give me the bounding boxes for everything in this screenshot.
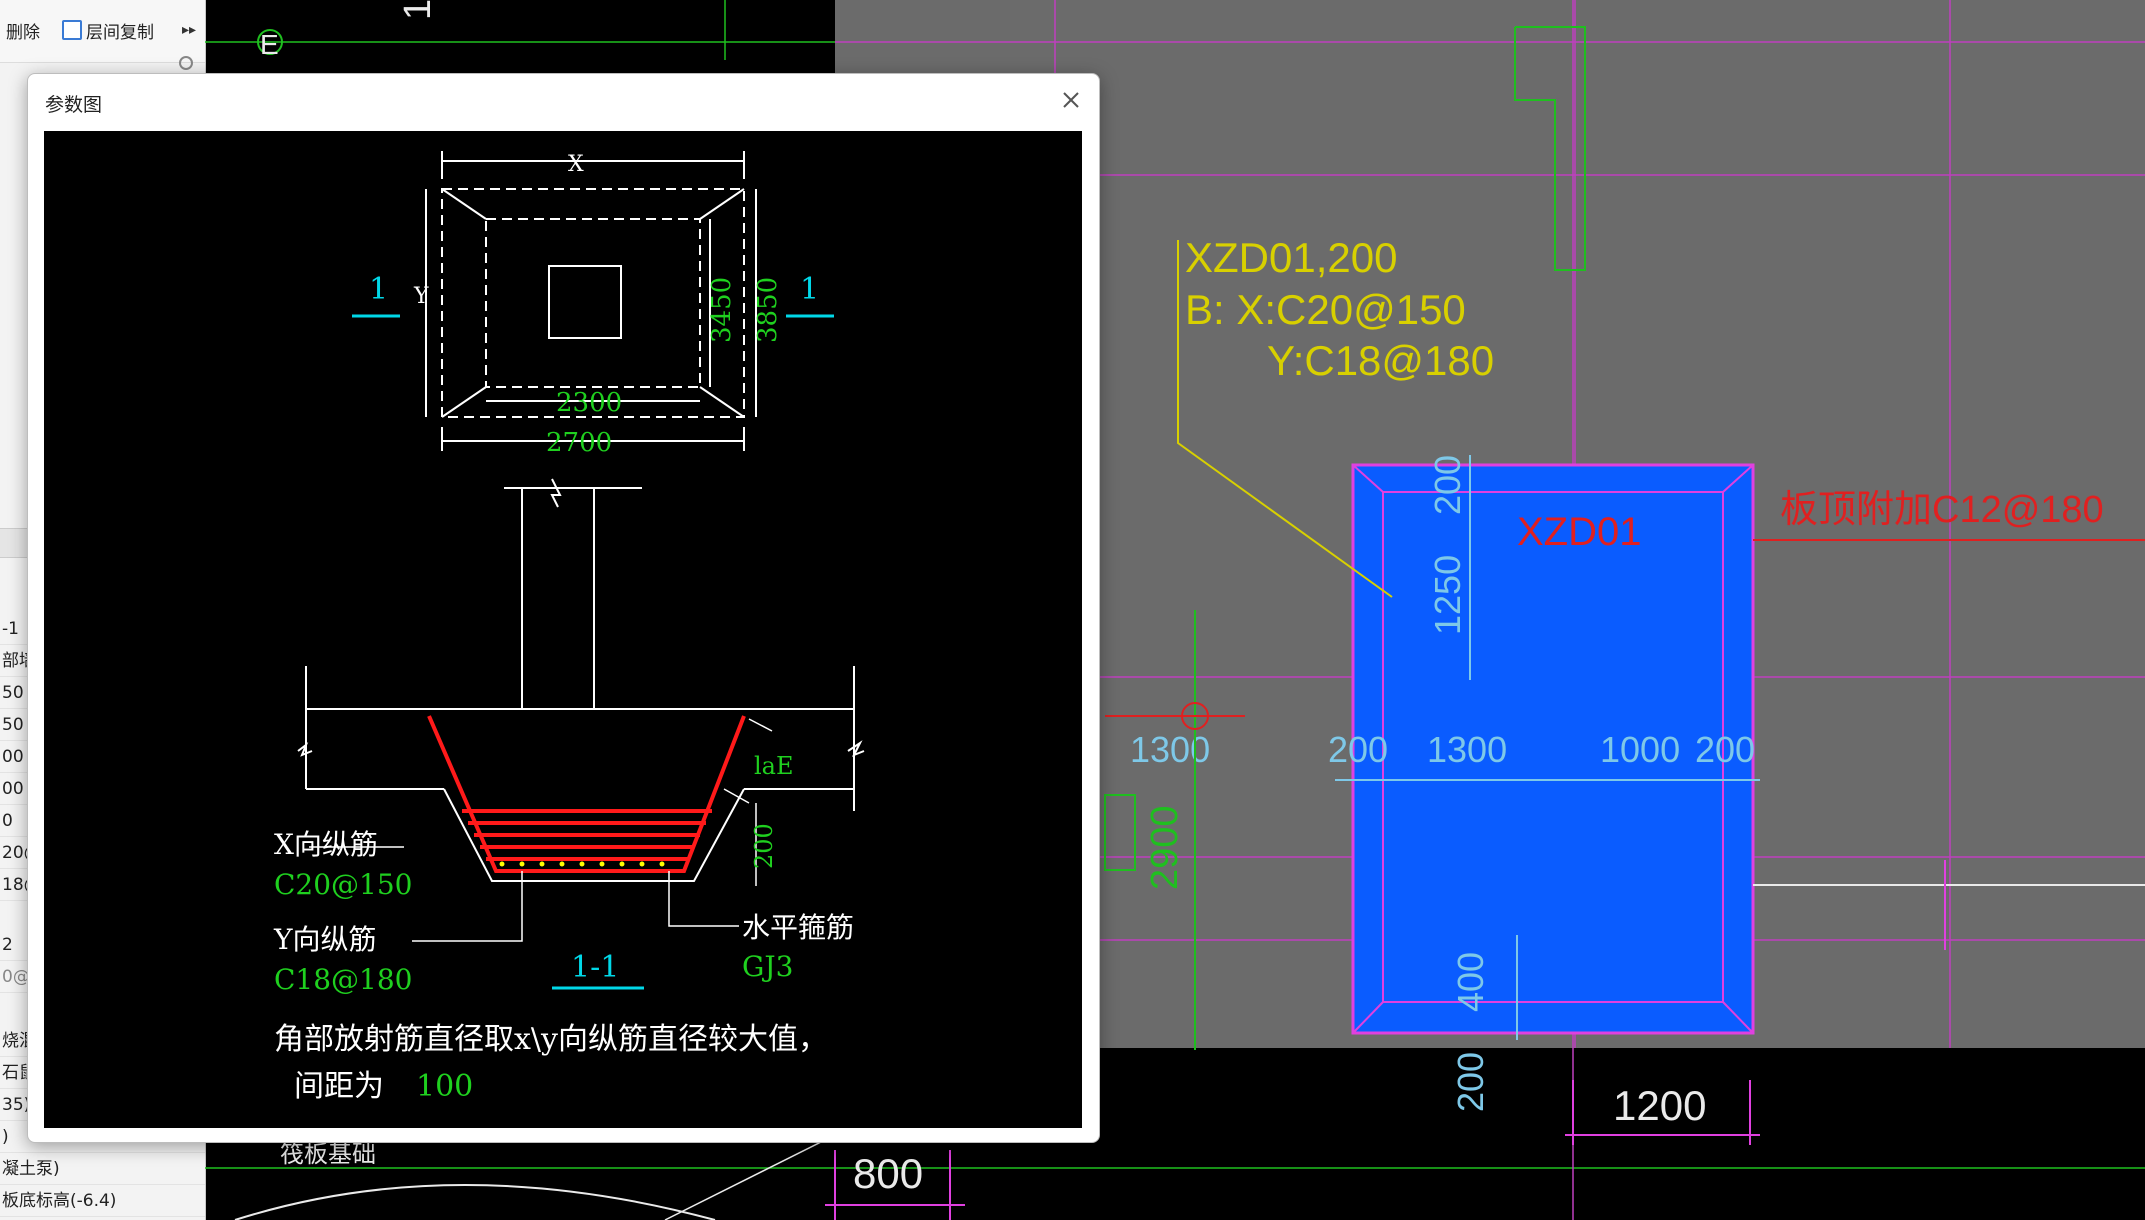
plan-x-label: X [568, 152, 584, 177]
annotation-line2: B: X:C20@150 [1185, 286, 1466, 333]
lae-label: laE [754, 752, 794, 780]
plan-y-label: Y [413, 284, 429, 309]
dim-outer-width: 2700 [546, 428, 612, 458]
annotation-line1: XZD01,200 [1185, 234, 1397, 281]
y-bar-value: C18@180 [274, 963, 413, 996]
close-icon [1063, 92, 1079, 108]
note-line1: 角部放射筋直径取x\y向纵筋直径较大值， [274, 1022, 828, 1057]
dim-200-left: 200 [1328, 729, 1388, 770]
note-line2-value: 100 [416, 1069, 473, 1104]
copy-floor-label: 层间复制 [86, 22, 154, 43]
property-row[interactable]: 板底标高(-6.4) [0, 1186, 205, 1217]
section-view [297, 478, 865, 882]
dim-200-top: 200 [1427, 455, 1468, 515]
dialog-title: 参数图 [45, 94, 103, 116]
dim-200-section: 200 [750, 823, 778, 869]
x-bar-value: C20@150 [274, 868, 413, 901]
x-bar-label: X向纵筋 [274, 828, 378, 861]
side-rebar-label: 板顶附加C12@180 [1780, 489, 2104, 531]
copy-floor-button[interactable]: 层间复制 [62, 16, 154, 44]
close-button[interactable] [1055, 84, 1087, 116]
delete-button[interactable]: 删除 [6, 16, 40, 44]
grid-label-16: 16 [397, 0, 439, 20]
dim-outer-height: 3850 [753, 277, 783, 343]
panel-toolbar: 删除 层间复制 ▸▸ [0, 0, 205, 63]
hoop-label: 水平箍筋 [742, 911, 854, 944]
hoop-value: GJ3 [742, 950, 793, 983]
dim-2900: 2900 [1144, 805, 1186, 890]
dim-200-bottom: 200 [1450, 1052, 1491, 1112]
dim-1200: 1200 [1613, 1082, 1706, 1129]
rebar-dots [499, 861, 665, 867]
dim-1250: 1250 [1427, 555, 1468, 635]
copy-icon [62, 20, 82, 40]
annotation-line3: Y:C18@180 [1267, 337, 1494, 384]
dim-800: 800 [853, 1150, 923, 1197]
dim-1000: 1000 [1600, 729, 1680, 770]
bottom-label: 筏板基础 [280, 1141, 376, 1168]
dim-400-inner: 400 [1450, 952, 1491, 1012]
section-mark-left: 1 [369, 272, 388, 307]
search-icon[interactable] [179, 56, 193, 70]
parameter-dialog[interactable]: 参数图 X Y 1 1 2300 2700 3450 3850 laE 200 … [27, 73, 1100, 1143]
section-mark-right: 1 [800, 272, 819, 307]
note-line2-prefix: 间距为 [294, 1069, 384, 1104]
dim-1300-left: 1300 [1130, 729, 1210, 770]
section-title: 1-1 [571, 950, 619, 985]
dim-inner-width: 2300 [556, 388, 622, 418]
y-bar-label: Y向纵筋 [273, 923, 377, 956]
grid-label-e: E [260, 29, 279, 60]
dim-200-right: 200 [1695, 729, 1755, 770]
dim-1300: 1300 [1427, 729, 1507, 770]
property-row[interactable]: 凝土泵) [0, 1154, 205, 1185]
rebar-lines [427, 715, 746, 873]
element-name-label: XZD01 [1517, 510, 1642, 554]
parameter-drawing: X Y 1 1 2300 2700 3450 3850 laE 200 X向纵筋… [44, 131, 1082, 1128]
more-tools-icon[interactable]: ▸▸ [182, 16, 196, 44]
dim-inner-height: 3450 [707, 277, 737, 343]
delete-label: 删除 [6, 22, 40, 43]
